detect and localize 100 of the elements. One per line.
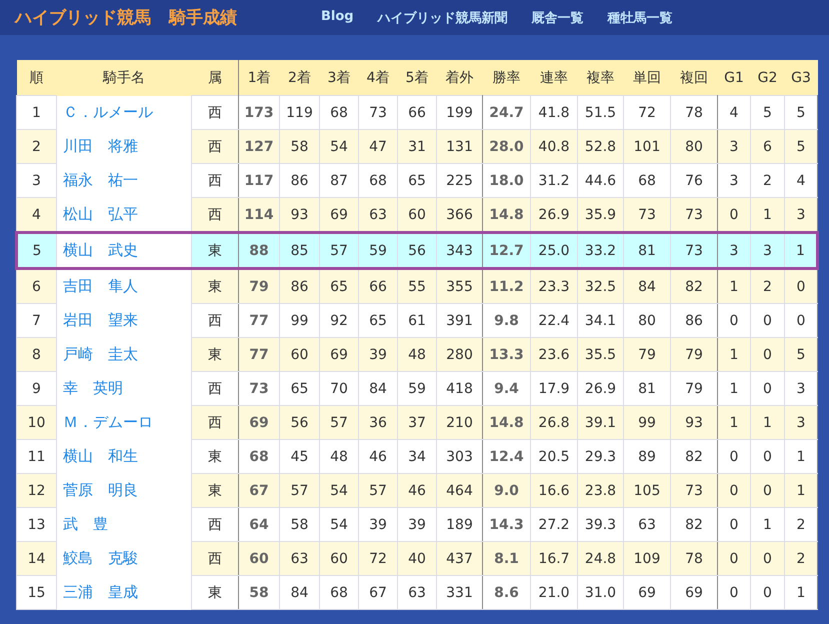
table-cell: 3: [718, 130, 750, 164]
table-cell: 60: [280, 338, 320, 372]
nav-link[interactable]: 種牡馬一覧: [608, 8, 673, 26]
table-row[interactable]: 15 三浦 皇成 東 58 84 68 67 63 331 8.6 21.0 31.0 69 69 0 0 1: [16, 576, 818, 610]
table-cell: 69: [320, 198, 358, 232]
table-cell: 355: [436, 268, 482, 304]
table-cell: 127: [238, 130, 280, 164]
nav-link[interactable]: 厩舎一覧: [532, 8, 584, 26]
table-cell: 16.6: [530, 474, 578, 508]
table-row[interactable]: 11 横山 和生 東 68 45 48 46 34 303 12.4 20.5 29.3 89 82 0 0 1: [16, 440, 818, 474]
table-cell: 464: [436, 474, 482, 508]
table-cell: 0: [718, 198, 750, 232]
table-row[interactable]: 10 Ｍ．デムーロ 西 69 56 57 36 37 210 14.8 26.8 39.1 99 93 1 1 3: [16, 406, 818, 440]
table-cell: 131: [436, 130, 482, 164]
table-cell: 0: [750, 304, 784, 338]
rank-cell: 11: [16, 440, 56, 474]
table-row[interactable]: 8 戸崎 圭太 東 77 60 69 39 48 280 13.3 23.6 35.5 79 79 1 0 5: [16, 338, 818, 372]
column-header: 着外: [436, 60, 482, 96]
table-cell: 73: [238, 372, 280, 406]
table-row[interactable]: 12 菅原 明良 東 67 57 54 57 46 464 9.0 16.6 23.8 105 73 0 0 1: [16, 474, 818, 508]
table-cell: 89: [624, 440, 670, 474]
table-cell: 210: [436, 406, 482, 440]
table-cell: 64: [238, 508, 280, 542]
table-cell: 86: [280, 164, 320, 198]
table-row[interactable]: 13 武 豊 西 64 58 54 39 39 189 14.3 27.2 39.3 63 82 0 1 2: [16, 508, 818, 542]
rank-cell: 6: [16, 268, 56, 304]
table-cell: 84: [624, 268, 670, 304]
table-cell: 79: [624, 338, 670, 372]
column-header: 複率: [578, 60, 624, 96]
table-cell: 86: [280, 268, 320, 304]
table-cell: 73: [358, 96, 398, 130]
table-cell: 35.9: [578, 198, 624, 232]
table-cell: 24.7: [482, 96, 530, 130]
affiliation-cell: 西: [192, 508, 238, 542]
table-cell: 69: [624, 576, 670, 610]
table-cell: 57: [320, 406, 358, 440]
rank-cell: 2: [16, 130, 56, 164]
jockey-name-link[interactable]: 武 豊: [63, 515, 108, 533]
table-cell: 109: [624, 542, 670, 576]
table-cell: 72: [624, 96, 670, 130]
table-cell: 60: [320, 542, 358, 576]
table-cell: 21.0: [530, 576, 578, 610]
table-cell: 67: [358, 576, 398, 610]
site-title[interactable]: ハイブリッド競馬: [15, 6, 151, 29]
table-cell: 68: [238, 440, 280, 474]
rank-cell: 12: [16, 474, 56, 508]
table-cell: 23.8: [578, 474, 624, 508]
table-cell: 57: [320, 232, 358, 268]
nav-link[interactable]: Blog: [321, 8, 354, 26]
table-cell: 2: [750, 268, 784, 304]
table-cell: 99: [280, 304, 320, 338]
table-cell: 23.3: [530, 268, 578, 304]
table-cell: 57: [358, 474, 398, 508]
column-header: 騎手名: [56, 60, 192, 96]
table-row[interactable]: 6 吉田 隼人 東 79 86 65 66 55 355 11.2 23.3 32.5 84 82 1 2 0: [16, 268, 818, 304]
column-header: 連率: [530, 60, 578, 96]
table-row[interactable]: 5 横山 武史 東 88 85 57 59 56 343 12.7 25.0 33.2 81 73 3 3 1: [16, 232, 818, 268]
table-cell: 2: [750, 164, 784, 198]
rank-cell: 9: [16, 372, 56, 406]
table-cell: 39.3: [578, 508, 624, 542]
table-cell: 65: [320, 268, 358, 304]
table-cell: 17.9: [530, 372, 578, 406]
table-cell: 114: [238, 198, 280, 232]
table-cell: 3: [750, 232, 784, 268]
table-cell: 60: [398, 198, 436, 232]
table-row[interactable]: 2 川田 将雅 西 127 58 54 47 31 131 28.0 40.8 52.8 101 80 3 6 5: [16, 130, 818, 164]
table-cell: 5: [784, 338, 818, 372]
table-cell: 34.1: [578, 304, 624, 338]
table-cell: 0: [718, 508, 750, 542]
table-cell: 1: [718, 372, 750, 406]
table-cell: 35.5: [578, 338, 624, 372]
table-cell: 418: [436, 372, 482, 406]
page-title: 騎手成績: [169, 7, 237, 29]
table-cell: 82: [670, 268, 718, 304]
table-cell: 57: [280, 474, 320, 508]
table-cell: 39: [398, 508, 436, 542]
table-row[interactable]: 3 福永 祐一 西 117 86 87 68 65 225 18.0 31.2 44.6 68 76 3 2 4: [16, 164, 818, 198]
table-cell: 65: [358, 304, 398, 338]
table-cell: 54: [320, 508, 358, 542]
affiliation-cell: 東: [192, 576, 238, 610]
table-cell: 225: [436, 164, 482, 198]
table-cell: 9.0: [482, 474, 530, 508]
table-cell: 28.0: [482, 130, 530, 164]
table-row[interactable]: 7 岩田 望来 西 77 99 92 65 61 391 9.8 22.4 34.1 80 86 0 0 0: [16, 304, 818, 338]
table-row[interactable]: 9 幸 英明 西 73 65 70 84 59 418 9.4 17.9 26.9 81 79 1 0 3: [16, 372, 818, 406]
table-cell: 0: [718, 576, 750, 610]
table-cell: 79: [238, 268, 280, 304]
affiliation-cell: 西: [192, 406, 238, 440]
table-cell: 173: [238, 96, 280, 130]
table-cell: 73: [624, 198, 670, 232]
table-cell: 61: [398, 304, 436, 338]
table-row[interactable]: 14 鮫島 克駿 西 60 63 60 72 40 437 8.1 16.7 24.8 109 78 0 0 2: [16, 542, 818, 576]
table-cell: 81: [624, 372, 670, 406]
table-cell: 14.8: [482, 406, 530, 440]
nav-link[interactable]: ハイブリッド競馬新聞: [378, 8, 508, 26]
table-row[interactable]: 4 松山 弘平 西 114 93 69 63 60 366 14.8 26.9 35.9 73 73 0 1 3: [16, 198, 818, 232]
table-cell: 73: [670, 232, 718, 268]
table-cell: 0: [718, 304, 750, 338]
table-row[interactable]: 1 Ｃ．ルメール 西 173 119 68 73 66 199 24.7 41.8 51.5 72 78 4 5 5: [16, 96, 818, 130]
table-cell: 280: [436, 338, 482, 372]
